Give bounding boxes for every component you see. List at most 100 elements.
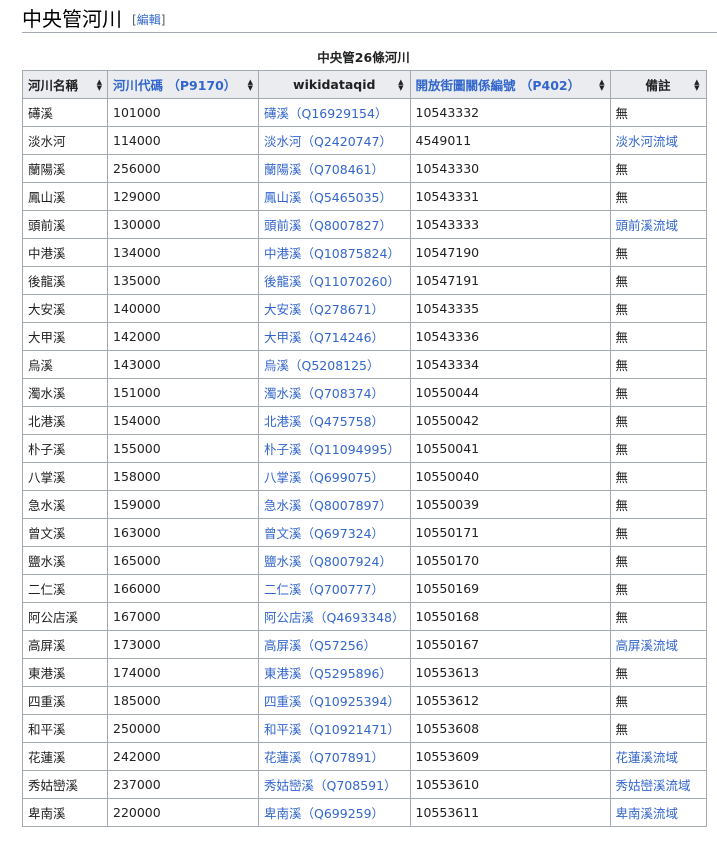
wikidata-link[interactable]: 蘭陽溪（Q708461） <box>264 162 384 177</box>
cell-river-name: 朴子溪 <box>22 434 108 463</box>
cell-note: 無 <box>609 574 707 603</box>
wikidata-link[interactable]: 急水溪（Q8007897） <box>264 498 392 513</box>
cell-river-code: 140000 <box>107 294 259 323</box>
table-row: 八掌溪 158000 八掌溪（Q699075） 10550040 無 <box>22 462 707 491</box>
column-header-name[interactable]: 河川名稱 ▲ ▼ <box>22 70 108 99</box>
sort-arrows-icon[interactable]: ▲ ▼ <box>248 78 253 91</box>
cell-note: 無 <box>609 294 707 323</box>
cell-wikidata: 頭前溪（Q8007827） <box>258 210 411 239</box>
wikidata-link[interactable]: 八掌溪（Q699075） <box>264 470 384 485</box>
cell-river-name: 後龍溪 <box>22 266 108 295</box>
wikidata-link[interactable]: 大甲溪（Q714246） <box>264 330 384 345</box>
cell-note: 秀姑巒溪流域 <box>609 770 707 799</box>
wikidata-link[interactable]: 高屏溪（Q57256） <box>264 638 376 653</box>
wikidata-link[interactable]: 花蓮溪（Q707891） <box>264 750 384 765</box>
table-row: 蘭陽溪 256000 蘭陽溪（Q708461） 10543330 無 <box>22 154 707 183</box>
header-link-p402[interactable]: 開放街圖關係編號 （P402） <box>416 75 581 94</box>
cell-note: 無 <box>609 686 707 715</box>
column-header-code[interactable]: 河川代碼 （P9170） ▲ ▼ <box>107 70 259 99</box>
cell-osm-relation: 10550170 <box>409 546 611 575</box>
cell-osm-relation: 10553608 <box>409 714 611 743</box>
note-text: 無 <box>615 246 629 261</box>
wikidata-link[interactable]: 濁水溪（Q708374） <box>264 386 384 401</box>
cell-wikidata: 淡水河（Q2420747） <box>258 126 411 155</box>
basin-link[interactable]: 頭前溪流域 <box>616 218 679 233</box>
column-header-osm[interactable]: 開放街圖關係編號 （P402） ▲ ▼ <box>409 70 611 99</box>
cell-osm-relation: 10543331 <box>409 182 611 211</box>
cell-wikidata: 北港溪（Q475758） <box>258 406 411 435</box>
column-header-note[interactable]: 備註 ▲ ▼ <box>609 70 707 99</box>
cell-note: 無 <box>609 182 707 211</box>
table-row: 東港溪 174000 東港溪（Q5295896） 10553613 無 <box>22 658 707 687</box>
cell-river-code: 174000 <box>107 658 259 687</box>
wikidata-link[interactable]: 秀姑巒溪（Q708591） <box>264 778 397 793</box>
cell-osm-relation: 10543330 <box>409 154 611 183</box>
wikidata-link[interactable]: 曾文溪（Q697324） <box>264 526 384 541</box>
cell-wikidata: 秀姑巒溪（Q708591） <box>258 770 411 799</box>
wikidata-link[interactable]: 卑南溪（Q699259） <box>264 806 384 821</box>
edit-link[interactable]: 編輯 <box>137 13 161 27</box>
table-row: 急水溪 159000 急水溪（Q8007897） 10550039 無 <box>22 490 707 519</box>
header-label: wikidataqid <box>293 77 376 92</box>
sort-arrows-icon[interactable]: ▲ ▼ <box>97 78 102 91</box>
wikidata-link[interactable]: 鹽水溪（Q8007924） <box>264 554 392 569</box>
header-label: 河川名稱 <box>28 78 79 93</box>
cell-wikidata: 花蓮溪（Q707891） <box>258 742 411 771</box>
column-header-qid[interactable]: wikidataqid ▲ ▼ <box>258 70 411 99</box>
cell-osm-relation: 10550042 <box>409 406 611 435</box>
wikidata-link[interactable]: 北港溪（Q475758） <box>264 414 384 429</box>
cell-osm-relation: 10543334 <box>409 350 611 379</box>
basin-link[interactable]: 花蓮溪流域 <box>616 750 679 765</box>
cell-river-name: 鳳山溪 <box>22 182 108 211</box>
cell-river-code: 135000 <box>107 266 259 295</box>
cell-river-name: 大安溪 <box>22 294 108 323</box>
cell-river-code: 237000 <box>107 770 259 799</box>
header-link-p9170[interactable]: 河川代碼 （P9170） <box>113 75 236 94</box>
table-row: 秀姑巒溪 237000 秀姑巒溪（Q708591） 10553610 秀姑巒溪流域 <box>22 770 707 799</box>
note-text: 無 <box>615 330 629 345</box>
sort-arrows-icon[interactable]: ▲ ▼ <box>599 78 604 91</box>
basin-link[interactable]: 秀姑巒溪流域 <box>616 778 691 793</box>
cell-wikidata: 烏溪（Q5208125） <box>258 350 411 379</box>
table-row: 花蓮溪 242000 花蓮溪（Q707891） 10553609 花蓮溪流域 <box>22 742 707 771</box>
wikidata-link[interactable]: 阿公店溪（Q4693348） <box>264 610 405 625</box>
table-row: 北港溪 154000 北港溪（Q475758） 10550042 無 <box>22 406 707 435</box>
note-text: 無 <box>615 386 629 401</box>
wikidata-link[interactable]: 礡溪（Q16929154） <box>264 106 387 121</box>
wikidata-link[interactable]: 朴子溪（Q11094995） <box>264 442 400 457</box>
table-row: 鳳山溪 129000 鳳山溪（Q5465035） 10543331 無 <box>22 182 707 211</box>
wikidata-link[interactable]: 頭前溪（Q8007827） <box>264 218 392 233</box>
wikidata-link[interactable]: 四重溪（Q10925394） <box>264 694 400 709</box>
cell-river-code: 166000 <box>107 574 259 603</box>
wikidata-link[interactable]: 二仁溪（Q700777） <box>264 582 384 597</box>
note-text: 無 <box>615 610 629 625</box>
wikidata-link[interactable]: 和平溪（Q10921471） <box>264 722 400 737</box>
table-row: 卑南溪 220000 卑南溪（Q699259） 10553611 卑南溪流域 <box>22 798 707 827</box>
wikidata-link[interactable]: 後龍溪（Q11070260） <box>264 274 400 289</box>
cell-wikidata: 和平溪（Q10921471） <box>258 714 411 743</box>
basin-link[interactable]: 高屏溪流域 <box>616 638 679 653</box>
cell-river-name: 花蓮溪 <box>22 742 108 771</box>
sort-arrows-icon[interactable]: ▲ ▼ <box>694 78 699 91</box>
cell-river-code: 155000 <box>107 434 259 463</box>
wikidata-link[interactable]: 鳳山溪（Q5465035） <box>264 190 392 205</box>
cell-river-name: 濁水溪 <box>22 378 108 407</box>
cell-river-code: 165000 <box>107 546 259 575</box>
wikidata-link[interactable]: 東港溪（Q5295896） <box>264 666 392 681</box>
cell-wikidata: 東港溪（Q5295896） <box>258 658 411 687</box>
cell-river-code: 134000 <box>107 238 259 267</box>
wikidata-link[interactable]: 烏溪（Q5208125） <box>264 358 380 373</box>
table-header-row: 河川名稱 ▲ ▼ 河川代碼 （P9170） ▲ ▼ wikidataqid ▲ ▼ 開放街圖… <box>22 70 707 99</box>
wikidata-link[interactable]: 淡水河（Q2420747） <box>264 134 392 149</box>
basin-link[interactable]: 淡水河流域 <box>616 134 679 149</box>
cell-river-code: 173000 <box>107 630 259 659</box>
cell-wikidata: 曾文溪（Q697324） <box>258 518 411 547</box>
wikidata-link[interactable]: 大安溪（Q278671） <box>264 302 384 317</box>
note-text: 無 <box>615 582 629 597</box>
sort-arrows-icon[interactable]: ▲ ▼ <box>398 78 403 91</box>
note-text: 無 <box>615 694 629 709</box>
cell-note: 無 <box>609 546 707 575</box>
table-row: 四重溪 185000 四重溪（Q10925394） 10553612 無 <box>22 686 707 715</box>
wikidata-link[interactable]: 中港溪（Q10875824） <box>264 246 400 261</box>
basin-link[interactable]: 卑南溪流域 <box>616 806 679 821</box>
